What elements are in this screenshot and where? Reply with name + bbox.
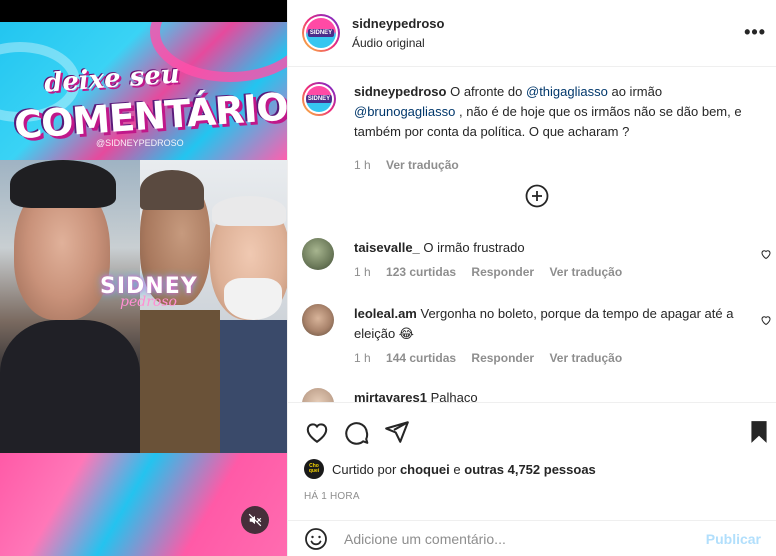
add-comment-bar: Publicar (288, 520, 776, 556)
caption-meta: 1 h Ver tradução (354, 158, 471, 172)
avatar[interactable]: SIDNEY (302, 14, 340, 52)
post-actions: Cho quei Curtido por choquei e outras 4,… (288, 402, 776, 520)
video-frame[interactable]: deixe seu COMENTÁRIO @SIDNEYPEDROSO SIDN… (0, 22, 287, 556)
comment-username[interactable]: mirtavares1 (354, 390, 427, 402)
avatar[interactable] (302, 388, 334, 402)
post-header: SIDNEY sidneypedroso Áudio original ••• (288, 0, 776, 67)
translate-link[interactable]: Ver tradução (386, 158, 459, 172)
likes-count[interactable]: 123 curtidas (386, 265, 456, 279)
mention-link[interactable]: @thigagliasso (526, 84, 608, 99)
comment-text: O irmão frustrado (423, 240, 525, 255)
time: 1 h (354, 351, 371, 365)
save-icon[interactable] (746, 419, 772, 445)
comment-banner: deixe seu COMENTÁRIO @SIDNEYPEDROSO (0, 22, 287, 160)
share-icon[interactable] (384, 419, 410, 445)
reply-link[interactable]: Responder (471, 351, 534, 365)
person-hair (212, 196, 286, 226)
comment-username[interactable]: taisevalle_ (354, 240, 420, 255)
heart-icon[interactable] (760, 248, 772, 260)
person-body (140, 310, 220, 453)
post-time[interactable]: HÁ 1 HORA (304, 491, 360, 502)
liked-by-conj: e (453, 461, 461, 477)
avatar-text: SIDNEY (307, 29, 335, 37)
avatar[interactable] (302, 238, 334, 270)
liked-by-user[interactable]: choquei (400, 462, 450, 477)
liked-by: Cho quei Curtido por choquei e outras 4,… (304, 459, 596, 479)
comment-icon[interactable] (344, 419, 370, 445)
comment-meta: 1 h 144 curtidas Responder Ver tradução (354, 351, 634, 365)
bottom-band (0, 453, 287, 556)
comment-text: Palhaço (430, 390, 478, 402)
mention-link[interactable]: @brunogagliasso (354, 104, 455, 119)
like-icon[interactable] (304, 419, 330, 445)
person-hair (140, 170, 204, 210)
likes-count[interactable]: 144 curtidas (386, 351, 456, 365)
avatar-text: Cho quei (308, 463, 320, 474)
comment-meta: 1 h 123 curtidas Responder Ver tradução (354, 265, 634, 279)
overlay-logo-sub: pedroso (120, 294, 177, 310)
avatar[interactable] (302, 304, 334, 336)
comment-username[interactable]: leoleal.am (354, 306, 417, 321)
photo-left (0, 160, 140, 453)
post-panel: SIDNEY sidneypedroso Áudio original ••• … (287, 0, 776, 556)
more-options-icon[interactable]: ••• (744, 22, 766, 43)
header-username[interactable]: sidneypedroso (352, 16, 444, 31)
caption-text-part: O afronte do (450, 84, 523, 99)
avatar[interactable]: Cho quei (304, 459, 324, 479)
liked-by-others[interactable]: outras 4,752 pessoas (464, 462, 596, 477)
publish-button[interactable]: Publicar (706, 531, 761, 547)
hoodie (0, 320, 140, 453)
speaker-muted-icon (248, 513, 262, 527)
avatar-text: SIDNEY (306, 95, 332, 103)
translate-link[interactable]: Ver tradução (549, 265, 622, 279)
heart-icon[interactable] (760, 314, 772, 326)
caption-text-part: ao irmão (611, 84, 663, 99)
load-more-comments-icon[interactable] (525, 184, 549, 208)
mute-button[interactable] (241, 506, 269, 534)
person-beard (224, 278, 282, 320)
reply-link[interactable]: Responder (471, 265, 534, 279)
translate-link[interactable]: Ver tradução (549, 351, 622, 365)
cap (10, 160, 116, 208)
caption-text: sidneypedroso O afronte do @thigagliasso… (354, 82, 754, 142)
emoji-icon[interactable] (304, 527, 328, 551)
audio-link[interactable]: Áudio original (352, 36, 444, 50)
time: 1 h (354, 158, 371, 172)
post-media[interactable]: deixe seu COMENTÁRIO @SIDNEYPEDROSO SIDN… (0, 0, 287, 556)
avatar[interactable]: SIDNEY (302, 82, 336, 116)
comments-section[interactable]: SIDNEY sidneypedroso O afronte do @thiga… (288, 68, 776, 402)
banner-handle: @SIDNEYPEDROSO (96, 138, 184, 148)
time: 1 h (354, 265, 371, 279)
liked-by-prefix: Curtido por (332, 461, 397, 477)
caption-username[interactable]: sidneypedroso (354, 84, 446, 99)
comment-input[interactable] (344, 530, 684, 547)
person-body (210, 320, 287, 453)
